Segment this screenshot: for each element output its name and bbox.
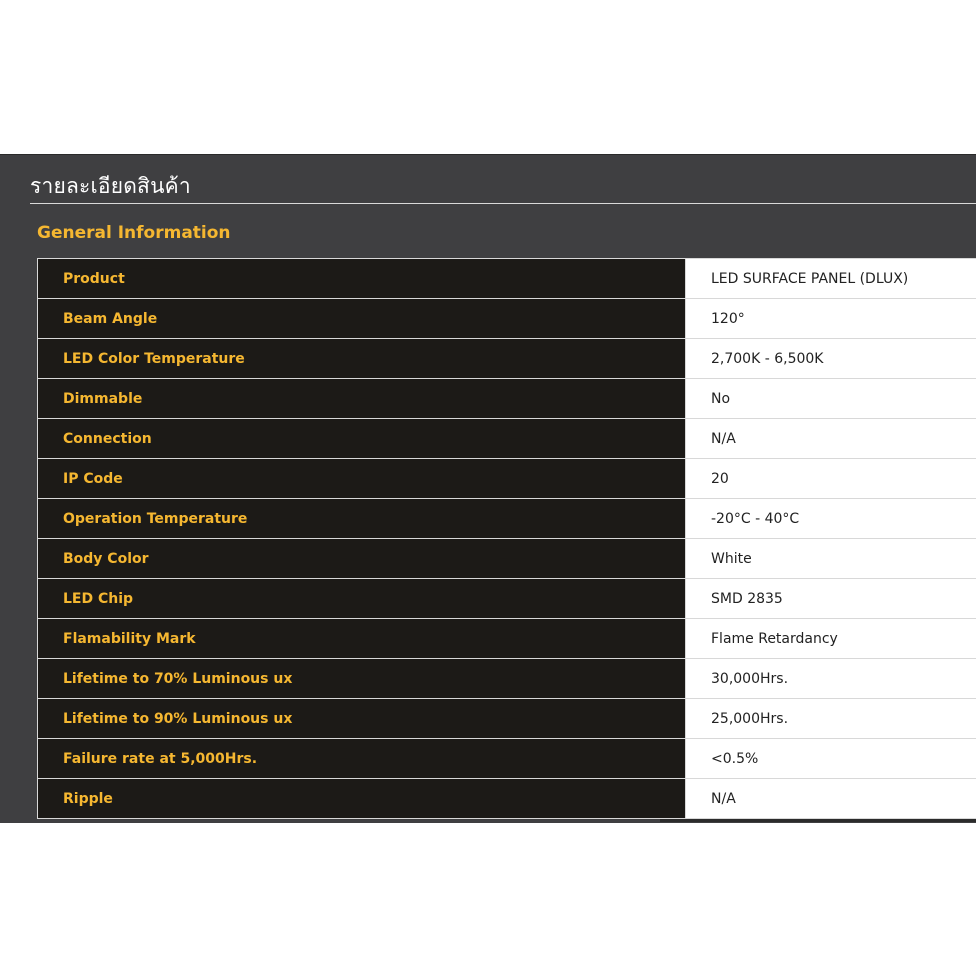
spec-label: Flamability Mark bbox=[37, 618, 686, 659]
spec-value: Flame Retardancy bbox=[685, 618, 976, 659]
spec-value: 25,000Hrs. bbox=[685, 698, 976, 739]
spec-row: LED Chip SMD 2835 bbox=[37, 578, 976, 619]
spec-label: Operation Temperature bbox=[37, 498, 686, 539]
spec-row: Lifetime to 70% Luminous ux 30,000Hrs. bbox=[37, 658, 976, 699]
spec-row: LED Color Temperature 2,700K - 6,500K bbox=[37, 338, 976, 379]
spec-table: Product LED SURFACE PANEL (DLUX) Beam An… bbox=[37, 258, 976, 819]
title-divider bbox=[30, 203, 976, 204]
spec-row: Dimmable No bbox=[37, 378, 976, 419]
spec-value: No bbox=[685, 378, 976, 419]
spec-value: 2,700K - 6,500K bbox=[685, 338, 976, 379]
spec-label: Ripple bbox=[37, 778, 686, 819]
spec-row: Connection N/A bbox=[37, 418, 976, 459]
spec-label: Body Color bbox=[37, 538, 686, 579]
spec-label: LED Color Temperature bbox=[37, 338, 686, 379]
spec-label: Connection bbox=[37, 418, 686, 459]
spec-label: Product bbox=[37, 258, 686, 299]
spec-row: Beam Angle 120° bbox=[37, 298, 976, 339]
spec-value: -20°C - 40°C bbox=[685, 498, 976, 539]
page-title: รายละเอียดสินค้า bbox=[30, 174, 191, 198]
spec-row: Flamability Mark Flame Retardancy bbox=[37, 618, 976, 659]
spec-label: LED Chip bbox=[37, 578, 686, 619]
spec-label: Lifetime to 70% Luminous ux bbox=[37, 658, 686, 699]
spec-value: 120° bbox=[685, 298, 976, 339]
spec-value: <0.5% bbox=[685, 738, 976, 779]
spec-value: LED SURFACE PANEL (DLUX) bbox=[685, 258, 976, 299]
spec-label: Failure rate at 5,000Hrs. bbox=[37, 738, 686, 779]
spec-row: Body Color White bbox=[37, 538, 976, 579]
spec-row: Product LED SURFACE PANEL (DLUX) bbox=[37, 258, 976, 299]
spec-row: Failure rate at 5,000Hrs. <0.5% bbox=[37, 738, 976, 779]
spec-value: White bbox=[685, 538, 976, 579]
spec-row: IP Code 20 bbox=[37, 458, 976, 499]
spec-row: Operation Temperature -20°C - 40°C bbox=[37, 498, 976, 539]
section-title: General Information bbox=[37, 223, 231, 243]
spec-value: N/A bbox=[685, 778, 976, 819]
spec-value: 20 bbox=[685, 458, 976, 499]
spec-label: Beam Angle bbox=[37, 298, 686, 339]
spec-value: N/A bbox=[685, 418, 976, 459]
spec-value: 30,000Hrs. bbox=[685, 658, 976, 699]
spec-label: Dimmable bbox=[37, 378, 686, 419]
spec-value: SMD 2835 bbox=[685, 578, 976, 619]
spec-row: Lifetime to 90% Luminous ux 25,000Hrs. bbox=[37, 698, 976, 739]
spec-row: Ripple N/A bbox=[37, 778, 976, 819]
spec-label: IP Code bbox=[37, 458, 686, 499]
spec-label: Lifetime to 90% Luminous ux bbox=[37, 698, 686, 739]
